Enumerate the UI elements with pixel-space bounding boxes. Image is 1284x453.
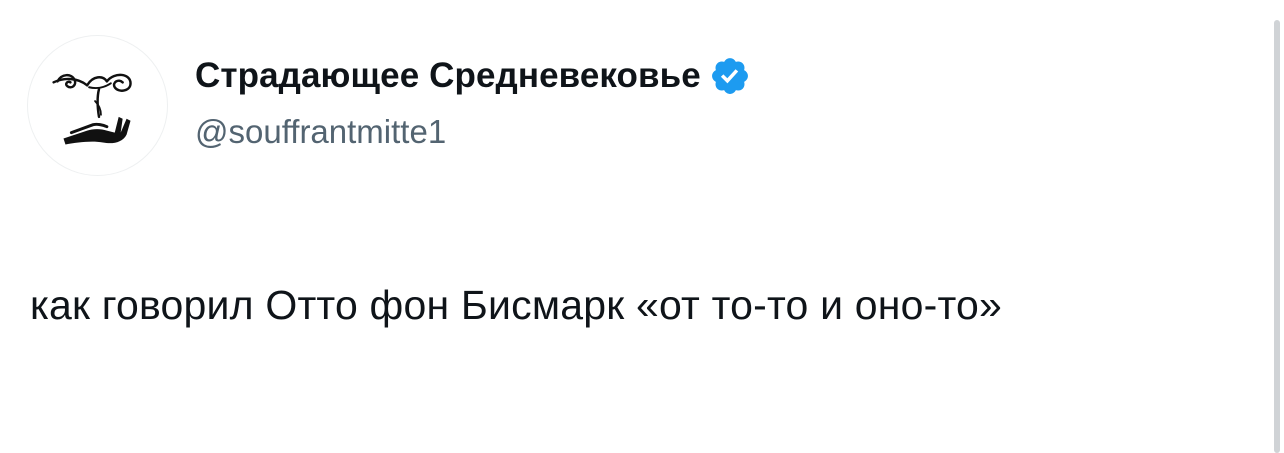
display-name[interactable]: Страдающее Средневековье [195,56,701,96]
scrollbar[interactable] [1274,20,1280,453]
seedling-hand-logo-icon [52,73,132,145]
verified-badge-icon [711,58,748,94]
author-handle[interactable]: @souffrantmitte1 [195,113,446,151]
tweet-text: как говорил Отто фон Бисмарк «от то-то и… [30,282,1003,328]
avatar[interactable] [27,35,168,176]
tweet-card: Страдающее Средневековье @souffrantmitte… [0,0,1284,453]
author-row: Страдающее Средневековье [195,54,751,98]
